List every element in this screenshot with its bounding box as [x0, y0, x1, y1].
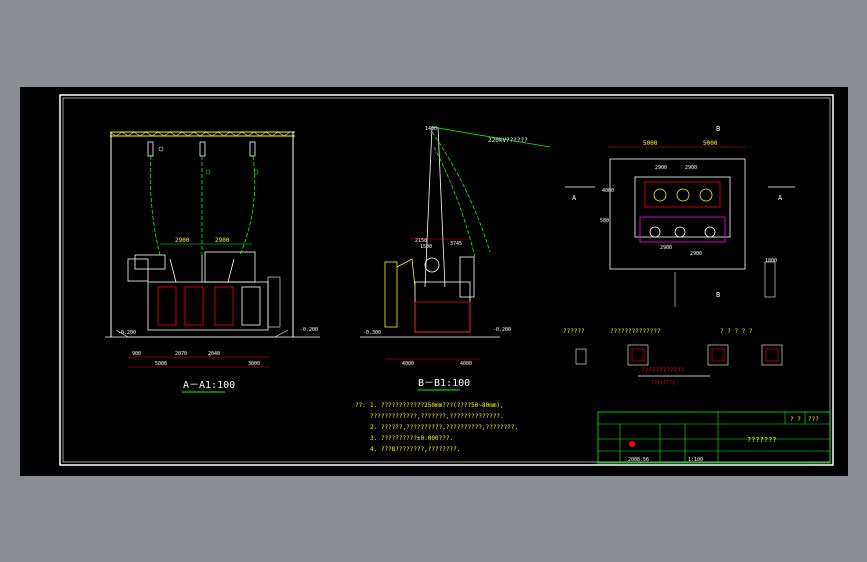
plan-dim-left-side: 4000: [602, 188, 614, 194]
level-b-left: -0.300: [363, 330, 381, 336]
view-b-title: B－B1:100: [418, 378, 470, 389]
plan-view: 5000 5000 2900 2900 2900 2900 4000 580 1…: [565, 125, 795, 307]
notes-block: ??: 1. ????????????250mm???(????50~80mm)…: [355, 402, 518, 453]
detail-label-3: ? ? ? ? ?: [720, 328, 753, 335]
view-a-title: A－A1:100: [183, 380, 235, 391]
dim-b-d2: 1500: [420, 244, 432, 250]
notes-prefix: ??:: [355, 402, 366, 409]
cad-drawing: 2900 2900 -0.200 -0.200 900 2070 2040 30…: [59, 94, 834, 466]
title-block-date: 2008.56: [628, 457, 649, 463]
dim-a-bottom-outer-right: 3000: [248, 361, 260, 367]
dim-a-bottom-left: 2070: [175, 351, 187, 357]
detail-views: ?????? ?????????????? ? ? ? ? ? ????????…: [563, 328, 783, 386]
wire-label: 220kV??????: [488, 137, 528, 144]
note-line-3: 2. ??????,??????????,??????????,????????…: [370, 424, 518, 431]
title-block-center: ???????: [747, 436, 777, 444]
detail-label-1: ??????: [563, 328, 585, 335]
title-block-r1c2: ???: [808, 416, 819, 423]
note-line-2: ?????????????,???????,??????????????.: [370, 413, 504, 420]
level-a-right: -0.200: [300, 327, 318, 333]
plan-dim-left-small: 580: [600, 218, 609, 224]
level-b-right: -0.200: [493, 327, 511, 333]
detail-label-2: ??????????????: [610, 328, 661, 335]
view-a-a: 2900 2900 -0.200 -0.200 900 2070 2040 30…: [105, 131, 320, 393]
drawing-border: [59, 94, 834, 466]
title-block: ? ? ??? ??????? 2008.56 1:100: [597, 411, 831, 464]
cad-drawing-canvas[interactable]: 2900 2900 -0.200 -0.200 900 2070 2040 30…: [20, 87, 848, 476]
dim-b-right-base: 4000: [460, 361, 472, 367]
plan-dim-top-left: 5000: [643, 140, 658, 147]
dim-a-top-left: 2900: [175, 237, 190, 244]
red-title: ????????????: [641, 367, 685, 374]
section-a-right: A: [778, 194, 783, 202]
dim-a-bottom-outer-left: 900: [132, 351, 141, 357]
note-line-5: 4. ???8????????,????????.: [370, 446, 460, 453]
section-b-bottom: B: [716, 291, 720, 299]
title-block-r1c1: ? ?: [790, 416, 801, 423]
red-mark: [629, 441, 635, 447]
view-b-b: 1400 220kV?????? 2150 1500 3745 -0.300 -…: [360, 126, 551, 391]
dim-b-top: 1400: [425, 126, 437, 132]
note-line-1: 1. ????????????250mm???(????50~80mm),: [370, 402, 504, 409]
red-subtitle: ???(???): [651, 380, 675, 386]
title-block-scale: 1:100: [688, 457, 703, 463]
plan-dim-bottom-inner2: 2900: [690, 251, 702, 257]
dim-b-d3: 3745: [450, 241, 462, 247]
plan-dim-bottom-inner: 2900: [660, 245, 672, 251]
plan-dim-top-right: 5000: [703, 140, 718, 147]
section-b-top: B: [716, 125, 720, 133]
dim-a-bottom-total: 5000: [155, 361, 167, 367]
plan-dim-inner-top2: 2900: [685, 165, 697, 171]
note-line-4: 3. ??????????±0.000???.: [370, 435, 453, 442]
plan-dim-inner-top: 2900: [655, 165, 667, 171]
dim-b-left-base: 4000: [402, 361, 414, 367]
dim-a-bottom-right: 2040: [208, 351, 220, 357]
dim-a-top-right: 2900: [215, 237, 230, 244]
section-a-left: A: [572, 194, 577, 202]
level-a-left: -0.200: [118, 330, 136, 336]
